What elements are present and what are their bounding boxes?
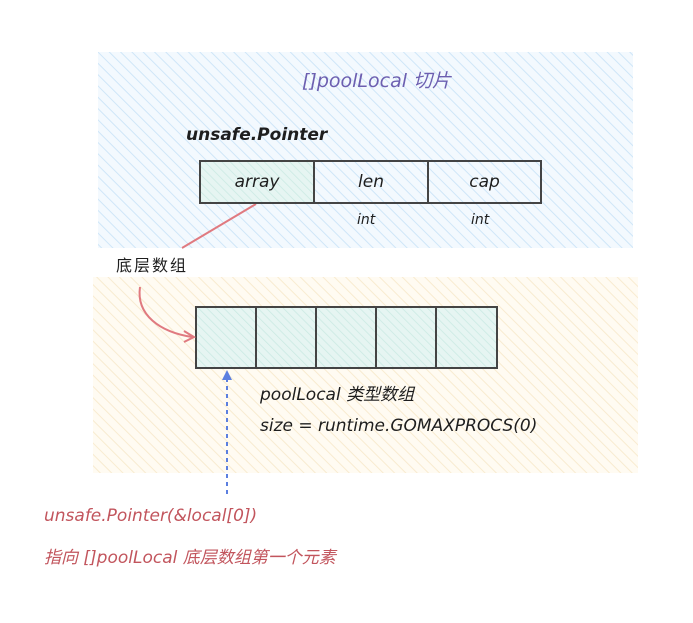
slice-field-cap: cap bbox=[427, 160, 542, 204]
slice-field-len: len bbox=[313, 160, 429, 204]
len-type-label: int bbox=[357, 212, 376, 228]
array-cell-0 bbox=[195, 306, 257, 369]
underlying-array-label: 底层数组 bbox=[116, 256, 189, 275]
array-cells bbox=[195, 306, 498, 369]
array-cell-3 bbox=[375, 306, 437, 369]
slice-title: []poolLocal 切片 bbox=[302, 70, 452, 92]
background-layer bbox=[93, 52, 638, 494]
array-type-label: poolLocal 类型数组 bbox=[260, 385, 415, 405]
slice-field-array: array bbox=[199, 160, 315, 204]
cap-type-label: int bbox=[471, 212, 490, 228]
slice-header-label: unsafe.Pointer bbox=[186, 125, 328, 145]
diagram-canvas: []poolLocal 切片 unsafe.Pointer array len … bbox=[0, 0, 693, 623]
array-cell-1 bbox=[255, 306, 317, 369]
pointer-note-code: unsafe.Pointer(&local[0]) bbox=[44, 506, 258, 526]
array-cell-4 bbox=[435, 306, 498, 369]
array-size-label: size = runtime.GOMAXPROCS(0) bbox=[260, 416, 538, 436]
pointer-note-description: 指向 []poolLocal 底层数组第一个元素 bbox=[44, 548, 336, 568]
array-cell-2 bbox=[315, 306, 377, 369]
